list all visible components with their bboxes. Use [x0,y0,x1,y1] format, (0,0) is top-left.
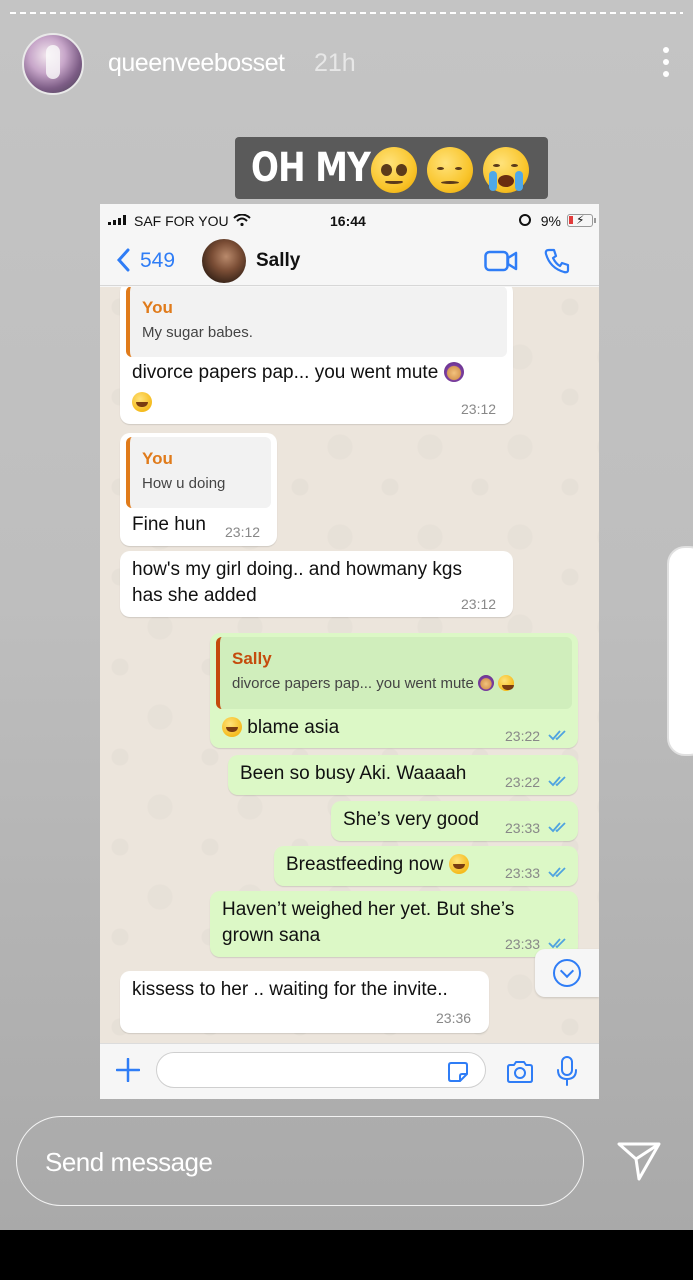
message-bubble-incoming[interactable]: kissess to her .. waiting for the invite… [120,971,489,1033]
signal-icon [108,215,126,225]
battery-icon: ⚡ [567,213,596,227]
story-time-ago: 21h [314,49,356,77]
message-bubble-outgoing[interactable]: Haven’t weighed her yet. But she’s grown … [210,891,578,957]
face-with-tears-of-joy-icon [222,717,242,737]
read-receipt-icon [548,938,566,949]
quote-author: You [142,449,173,468]
message-time: 23:22 [505,774,541,790]
message-bubble-outgoing[interactable]: Sally divorce papers pap... you went mut… [210,633,578,748]
message-bubble-incoming[interactable]: You How u doing Fine hun 23:12 [120,433,277,546]
side-panel-handle[interactable] [667,546,693,756]
quote-text: How u doing [142,475,226,492]
message-bubble-incoming[interactable]: You My sugar babes. divorce papers pap..… [120,287,513,424]
quoted-reply[interactable]: You My sugar babes. [126,287,507,357]
message-time: 23:12 [461,401,497,417]
reply-placeholder: Send message [45,1147,213,1177]
chat-messages: You My sugar babes. divorce papers pap..… [100,287,599,1043]
pleading-face-icon [371,147,417,193]
battery-percent: 9% [540,213,561,229]
plus-icon[interactable] [116,1058,140,1082]
sticker-icon[interactable] [447,1061,469,1083]
woman-facepalming-icon [443,362,464,382]
status-bar: SAF FOR YOU 16:44 9% ⚡ [100,204,599,236]
quoted-reply[interactable]: Sally divorce papers pap... you went mut… [216,637,572,709]
message-time: 23:36 [436,1010,472,1026]
carrier-name: SAF FOR YOU [134,213,229,229]
chat-header: 549 Sally [100,236,599,286]
message-text: Haven’t weighed her yet. But she’s grown … [222,899,515,946]
microphone-icon[interactable] [556,1056,578,1086]
contact-name[interactable]: Sally [256,250,300,272]
status-clock: 16:44 [330,213,366,229]
message-input[interactable] [156,1052,486,1088]
message-bubble-outgoing[interactable]: Breastfeeding now 23:33 [274,846,578,886]
message-text: Been so busy Aki. Waaaah [240,763,467,784]
story-avatar[interactable] [22,33,84,95]
message-bubble-outgoing[interactable]: Been so busy Aki. Waaaah 23:22 [228,755,578,795]
story-username[interactable]: queenveebosset [108,49,285,78]
message-input-bar [100,1043,599,1099]
message-time: 23:12 [461,596,497,612]
message-text: how's my girl doing.. and howmany kgs has… [132,559,462,606]
message-text: divorce papers pap... you went mute [132,360,464,386]
more-options-icon[interactable] [661,47,671,79]
message-text: She’s very good [343,809,479,830]
quoted-reply[interactable]: You How u doing [126,437,271,508]
camera-icon[interactable] [506,1060,534,1084]
unread-count[interactable]: 549 [140,249,175,273]
scroll-to-bottom-button[interactable] [535,949,599,997]
read-receipt-icon [548,730,566,741]
send-icon[interactable] [616,1138,662,1182]
wifi-icon [233,214,251,226]
chat-screenshot: SAF FOR YOU 16:44 9% ⚡ 549 Sally You My … [100,204,599,1099]
quote-text: divorce papers pap... you went mute [232,675,515,692]
read-receipt-icon [548,822,566,833]
story-viewer: queenveebosset 21h OH MY SAF FOR YOU 16:… [0,0,693,1230]
face-with-tears-of-joy-icon [498,675,515,691]
progress-segment [10,12,683,14]
message-text: kissess to her .. waiting for the invite… [132,979,448,1000]
message-text: Breastfeeding now [286,852,469,878]
text-sticker: OH MY [235,137,548,199]
message-bubble-outgoing[interactable]: She’s very good 23:33 [331,801,578,841]
face-with-tears-of-joy-icon [448,854,469,874]
message-bubble-incoming[interactable]: how's my girl doing.. and howmany kgs has… [120,551,513,617]
quote-author: Sally [232,649,272,668]
message-time: 23:12 [225,524,261,540]
message-time: 23:33 [505,820,541,836]
woman-facepalming-icon [477,675,494,691]
contact-avatar[interactable] [202,239,246,283]
sticker-text: OH MY [251,145,371,191]
message-time: 23:22 [505,728,541,744]
quote-author: You [142,298,173,317]
pensive-face-icon [427,147,473,193]
story-header: queenveebosset 21h [22,33,671,95]
message-time: 23:33 [505,865,541,881]
back-chevron-icon[interactable] [116,248,130,272]
loudly-crying-face-icon [483,147,529,193]
message-text: Fine hun [132,514,206,535]
orientation-lock-icon [519,214,531,226]
face-with-tears-of-joy-icon [132,392,152,412]
video-call-icon[interactable] [484,250,518,272]
message-time: 23:33 [505,936,541,952]
story-reply-input[interactable]: Send message [16,1116,584,1206]
quote-text: My sugar babes. [142,324,253,341]
read-receipt-icon [548,867,566,878]
read-receipt-icon [548,776,566,787]
chevron-down-icon [553,959,581,987]
story-progress-bar [10,12,683,15]
message-text: blame asia [222,715,339,741]
phone-call-icon[interactable] [544,248,570,274]
